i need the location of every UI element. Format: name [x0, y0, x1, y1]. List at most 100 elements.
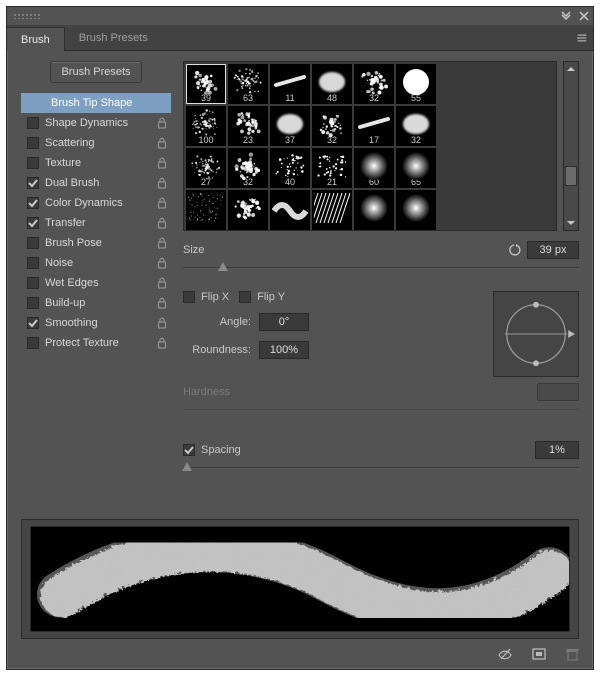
- attr-item-scattering[interactable]: Scattering: [21, 133, 171, 153]
- reset-size-icon[interactable]: [507, 243, 521, 257]
- lock-icon[interactable]: [157, 297, 167, 309]
- size-slider[interactable]: [183, 261, 579, 275]
- attr-checkbox[interactable]: [27, 137, 39, 149]
- brush-thumb[interactable]: 60: [354, 148, 394, 188]
- spacing-label: Spacing: [201, 444, 241, 456]
- tab-brush-presets[interactable]: Brush Presets: [65, 26, 162, 49]
- angle-label: Angle:: [183, 316, 251, 328]
- brush-thumb[interactable]: 100: [186, 106, 226, 146]
- size-label: Size: [183, 244, 255, 256]
- flip-y-checkbox[interactable]: [239, 291, 251, 303]
- drag-grip-icon[interactable]: [13, 13, 41, 19]
- lock-icon[interactable]: [157, 217, 167, 229]
- attr-checkbox[interactable]: [27, 177, 39, 189]
- hardness-value-disabled: [537, 383, 579, 401]
- attr-item-dual-brush[interactable]: Dual Brush: [21, 173, 171, 193]
- brush-thumb[interactable]: [270, 190, 310, 230]
- new-brush-icon[interactable]: [531, 647, 547, 661]
- attr-checkbox[interactable]: [27, 277, 39, 289]
- lock-icon[interactable]: [157, 157, 167, 169]
- brush-thumb[interactable]: 23: [228, 106, 268, 146]
- attr-item-wet-edges[interactable]: Wet Edges: [21, 273, 171, 293]
- lock-icon[interactable]: [157, 237, 167, 249]
- lock-icon[interactable]: [157, 117, 167, 129]
- lock-icon[interactable]: [157, 337, 167, 349]
- brush-thumb[interactable]: 27: [186, 148, 226, 188]
- flip-y-label: Flip Y: [257, 291, 285, 303]
- attr-item-color-dynamics[interactable]: Color Dynamics: [21, 193, 171, 213]
- attr-label: Shape Dynamics: [45, 117, 128, 129]
- attr-checkbox[interactable]: [27, 117, 39, 129]
- angle-roundness-widget[interactable]: [493, 291, 579, 377]
- lock-icon[interactable]: [157, 317, 167, 329]
- size-value[interactable]: 39 px: [527, 241, 579, 259]
- brush-thumb[interactable]: 55: [396, 64, 436, 104]
- attr-item-brush-tip-shape[interactable]: Brush Tip Shape: [21, 93, 171, 113]
- attr-checkbox[interactable]: [27, 237, 39, 249]
- size-slider-handle[interactable]: [218, 262, 228, 271]
- lock-icon[interactable]: [157, 277, 167, 289]
- brush-thumb[interactable]: 63: [228, 64, 268, 104]
- brush-thumb[interactable]: 48: [312, 64, 352, 104]
- toggle-preview-icon[interactable]: [497, 647, 513, 661]
- collapse-icon[interactable]: [561, 11, 571, 21]
- roundness-value[interactable]: 100%: [259, 341, 309, 359]
- attr-item-build-up[interactable]: Build-up: [21, 293, 171, 313]
- lock-icon[interactable]: [157, 177, 167, 189]
- attr-checkbox[interactable]: [27, 217, 39, 229]
- brush-thumb[interactable]: [228, 190, 268, 230]
- attr-item-transfer[interactable]: Transfer: [21, 213, 171, 233]
- tab-brush[interactable]: Brush: [7, 27, 65, 51]
- brush-thumb[interactable]: [354, 190, 394, 230]
- trash-icon[interactable]: [565, 647, 581, 661]
- flip-x-checkbox[interactable]: [183, 291, 195, 303]
- titlebar[interactable]: [7, 7, 593, 25]
- spacing-value[interactable]: 1%: [535, 441, 579, 459]
- tab-bar: Brush Brush Presets: [7, 25, 593, 51]
- roundness-label: Roundness:: [183, 344, 251, 356]
- scroll-thumb[interactable]: [565, 166, 577, 186]
- thumbnail-scrollbar[interactable]: [563, 61, 579, 231]
- attr-checkbox[interactable]: [27, 317, 39, 329]
- brush-thumb[interactable]: 32: [396, 106, 436, 146]
- brush-presets-button[interactable]: Brush Presets: [50, 61, 141, 83]
- attr-label: Wet Edges: [45, 277, 99, 289]
- brush-thumb[interactable]: 37: [270, 106, 310, 146]
- attr-checkbox[interactable]: [27, 157, 39, 169]
- attr-checkbox[interactable]: [27, 197, 39, 209]
- attr-item-smoothing[interactable]: Smoothing: [21, 313, 171, 333]
- brush-thumb[interactable]: [186, 190, 226, 230]
- brush-thumb[interactable]: 32: [228, 148, 268, 188]
- brush-thumb[interactable]: [396, 190, 436, 230]
- brush-thumb[interactable]: 32: [354, 64, 394, 104]
- brush-thumb[interactable]: 11: [270, 64, 310, 104]
- panel-menu-icon[interactable]: [577, 33, 587, 43]
- brush-thumb[interactable]: 39: [186, 64, 226, 104]
- brush-thumb[interactable]: 21: [312, 148, 352, 188]
- brush-panel: Brush Brush Presets Brush Presets Brush …: [6, 6, 594, 670]
- attr-item-texture[interactable]: Texture: [21, 153, 171, 173]
- lock-icon[interactable]: [157, 257, 167, 269]
- brush-thumb[interactable]: 65: [396, 148, 436, 188]
- attr-item-shape-dynamics[interactable]: Shape Dynamics: [21, 113, 171, 133]
- spacing-slider[interactable]: [183, 461, 579, 475]
- brush-thumb[interactable]: 17: [354, 106, 394, 146]
- scroll-down-icon[interactable]: [564, 216, 578, 230]
- scroll-up-icon[interactable]: [564, 62, 578, 76]
- attr-checkbox[interactable]: [27, 337, 39, 349]
- attr-label: Texture: [45, 157, 81, 169]
- spacing-slider-handle[interactable]: [182, 462, 192, 471]
- attr-item-protect-texture[interactable]: Protect Texture: [21, 333, 171, 353]
- lock-icon[interactable]: [157, 137, 167, 149]
- close-icon[interactable]: [579, 11, 589, 21]
- brush-thumb[interactable]: [312, 190, 352, 230]
- spacing-checkbox[interactable]: [183, 444, 195, 456]
- angle-value[interactable]: 0°: [259, 313, 309, 331]
- brush-thumb[interactable]: 32: [312, 106, 352, 146]
- brush-thumb[interactable]: 40: [270, 148, 310, 188]
- attr-item-brush-pose[interactable]: Brush Pose: [21, 233, 171, 253]
- attr-checkbox[interactable]: [27, 257, 39, 269]
- lock-icon[interactable]: [157, 197, 167, 209]
- attr-checkbox[interactable]: [27, 297, 39, 309]
- attr-item-noise[interactable]: Noise: [21, 253, 171, 273]
